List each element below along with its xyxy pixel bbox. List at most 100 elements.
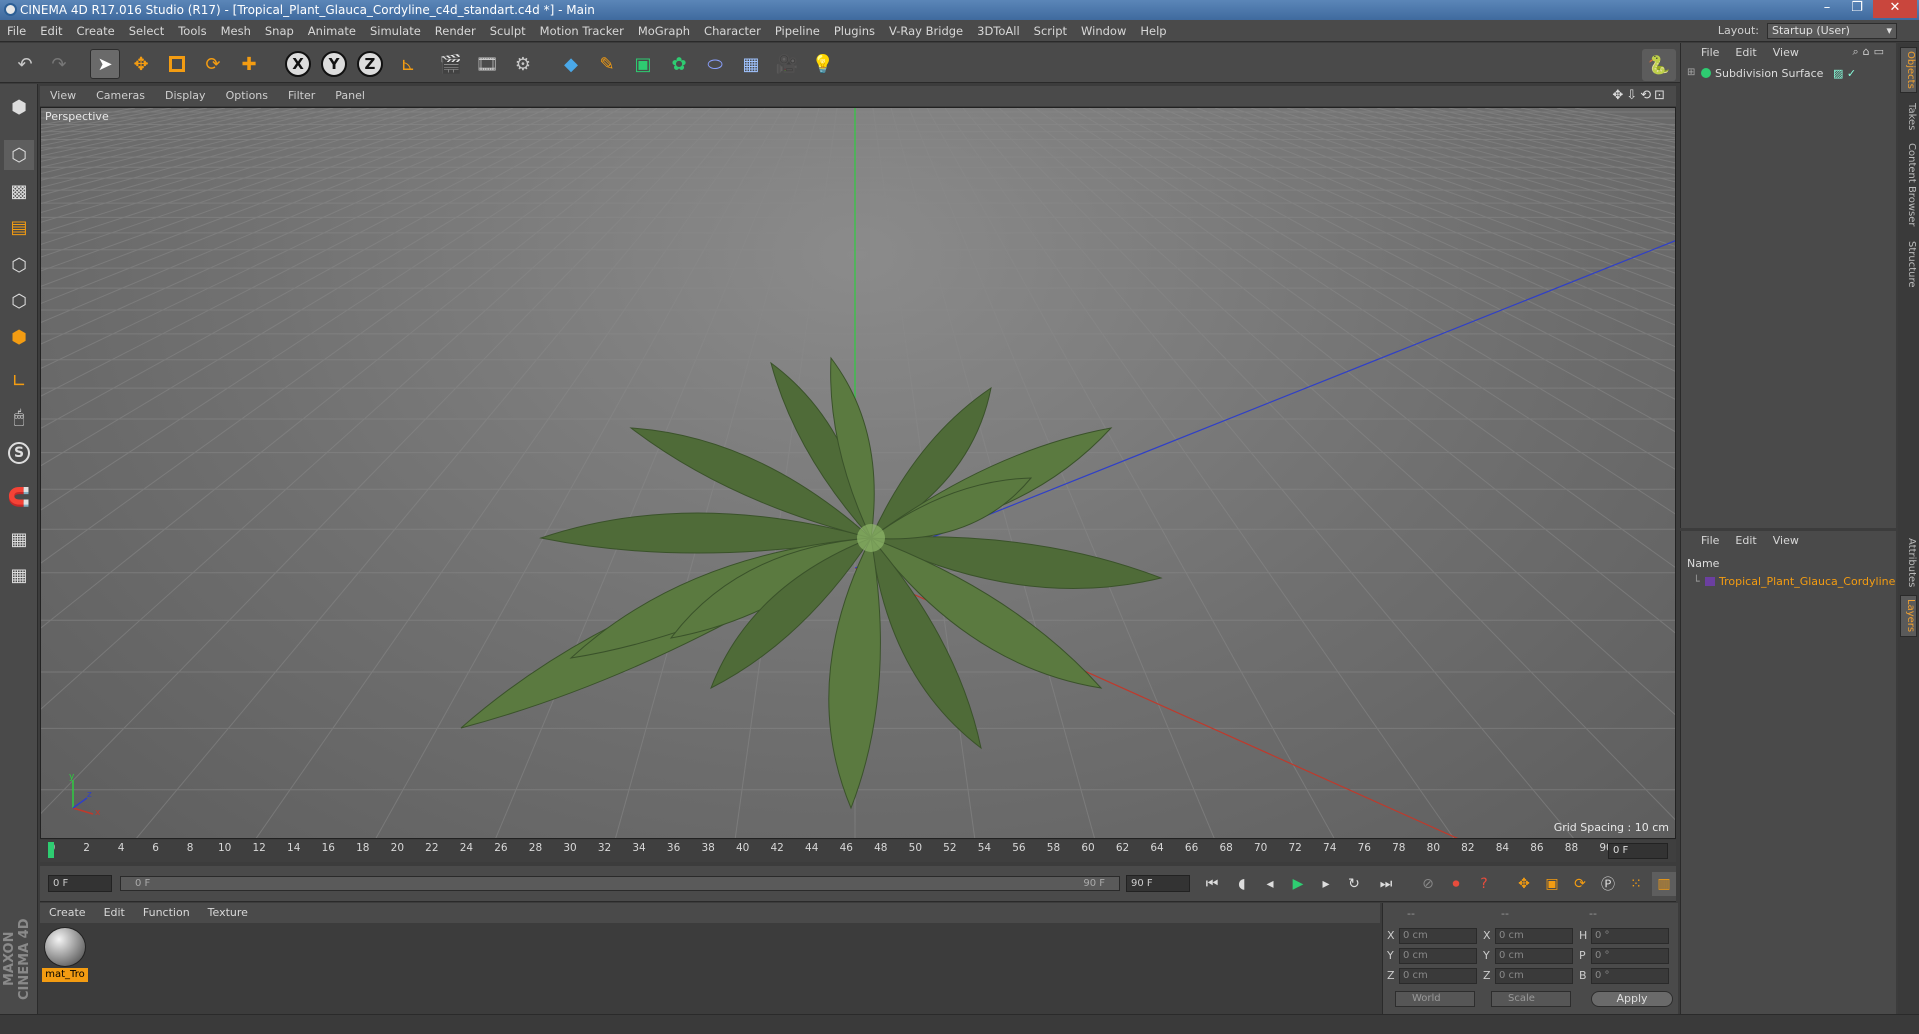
timeline-ruler[interactable]: 0246810121416182022242628303234363840424… [40,840,1676,862]
key-pla-button[interactable]: ⁙ [1624,872,1648,896]
points-mode-button[interactable]: ⬡ [4,250,34,280]
arrow-icon[interactable]: ▭ [1874,45,1888,58]
key-scale-button[interactable]: ▣ [1540,872,1564,896]
menu-tools[interactable]: Tools [171,20,213,42]
redo-button[interactable]: ↷ [44,49,74,79]
object-menu-file[interactable]: File [1681,43,1727,63]
start-frame-field[interactable]: 0 F [48,875,112,892]
3d-viewport[interactable]: Perspective y x z Grid Spacing : 10 cm [40,107,1676,839]
menu-render[interactable]: Render [428,20,483,42]
viewport-menu-cameras[interactable]: Cameras [86,86,155,106]
minimize-button[interactable]: – [1813,0,1841,18]
home-icon[interactable]: ⌂ [1863,45,1874,58]
size-z-field[interactable]: 0 cm [1495,968,1573,984]
next-frame-button[interactable]: ▸ [1314,872,1338,896]
record-button[interactable]: ⏺ [1444,872,1468,896]
python-button[interactable]: 🐍 [1642,49,1676,81]
layer-menu-file[interactable]: File [1681,531,1727,551]
menu-pipeline[interactable]: Pipeline [768,20,827,42]
menu-edit[interactable]: Edit [33,20,69,42]
add-spline-button[interactable]: ✎ [592,49,622,79]
key-parameter-button[interactable]: Ⓟ [1596,872,1620,896]
undo-button[interactable]: ↶ [10,49,40,79]
size-x-field[interactable]: 0 cm [1495,928,1573,944]
goto-start-button[interactable]: ⏮ [1200,872,1224,896]
viewport-nav-icons[interactable]: ✥⇩⟲⊡ [1612,88,1668,103]
dolly-icon[interactable]: ⇩ [1626,88,1640,103]
object-menu-edit[interactable]: Edit [1727,43,1764,63]
rotate-tool-button[interactable]: ⟳ [198,49,228,79]
workplane-mode-button[interactable]: ▤ [4,212,34,242]
pan-icon[interactable]: ✥ [1612,88,1626,103]
close-button[interactable]: ✕ [1873,0,1917,18]
add-array-button[interactable]: ✿ [664,49,694,79]
menu-character[interactable]: Character [697,20,768,42]
maximize-button[interactable]: ❐ [1843,0,1871,18]
end-frame-field[interactable]: 90 F [1126,875,1190,892]
add-light-button[interactable]: 💡 [808,49,838,79]
menu-script[interactable]: Script [1027,20,1074,42]
y-axis-toggle[interactable]: Y [319,49,349,79]
menu-create[interactable]: Create [70,20,122,42]
tab-objects[interactable]: Objects [1900,47,1917,93]
play-button[interactable]: ▶ [1286,872,1310,896]
layout-dropdown[interactable]: Startup (User) ▾ [1767,23,1897,39]
tab-content-browser[interactable]: Content Browser [1900,141,1917,229]
viewport-menu-panel[interactable]: Panel [325,86,375,106]
material-menu-create[interactable]: Create [40,903,95,923]
apply-button[interactable]: Apply [1591,991,1673,1007]
tab-attributes[interactable]: Attributes [1900,535,1917,591]
menu-window[interactable]: Window [1074,20,1133,42]
solo-mode-button[interactable]: S [4,438,34,468]
menu-mograph[interactable]: MoGraph [631,20,697,42]
viewport-menu-filter[interactable]: Filter [278,86,325,106]
layer-row[interactable]: └ Tropical_Plant_Glauca_Cordyline [1683,573,1895,591]
menu-sculpt[interactable]: Sculpt [483,20,533,42]
move-tool-button[interactable]: ✥ [126,49,156,79]
menu-animate[interactable]: Animate [301,20,363,42]
current-frame-field[interactable]: 0 F [1608,843,1668,859]
timeline-window-button[interactable]: ▥ [1652,872,1676,896]
x-axis-toggle[interactable]: X [283,49,313,79]
menu-3dtoall[interactable]: 3DToAll [970,20,1027,42]
make-editable-button[interactable]: ⬢ [4,92,34,122]
object-manager-tools[interactable]: ⌕⌂▭ [1852,45,1888,59]
render-picture-viewer-button[interactable]: 🎞 [472,49,502,79]
scale-dropdown[interactable]: Scale [1491,991,1571,1007]
position-z-field[interactable]: 0 cm [1399,968,1477,984]
axis-mode-button[interactable]: ∟ [4,366,34,396]
snap-button[interactable]: 🧲 [4,482,34,512]
key-position-button[interactable]: ✥ [1512,872,1536,896]
search-icon[interactable]: ⌕ [1852,45,1862,58]
scale-tool-button[interactable] [162,49,192,79]
coordinate-system-button[interactable]: ⊾ [393,49,423,79]
render-settings-button[interactable]: ⚙ [508,49,538,79]
viewport-menu-display[interactable]: Display [155,86,216,106]
edges-mode-button[interactable]: ⬡ [4,286,34,316]
rotation-h-field[interactable]: 0 ° [1591,928,1669,944]
menu-mesh[interactable]: Mesh [214,20,258,42]
previous-frame-button[interactable]: ◂ [1258,872,1282,896]
select-tool-button[interactable]: ➤ [90,49,120,79]
rotation-p-field[interactable]: 0 ° [1591,948,1669,964]
workplane-rotate-button[interactable]: ▦ [4,560,34,590]
menu-help[interactable]: Help [1133,20,1173,42]
maximize-view-icon[interactable]: ⊡ [1654,88,1668,103]
add-cube-button[interactable]: ◆ [556,49,586,79]
workplane-lock-button[interactable]: ▦ [4,524,34,554]
autokey-button[interactable]: ? [1472,872,1496,896]
add-deformer-button[interactable]: ⬭ [700,49,730,79]
position-x-field[interactable]: 0 cm [1399,928,1477,944]
tropical-plant-model[interactable] [460,356,1163,810]
object-row-subdivision-surface[interactable]: ⊞ Subdivision Surface ▨ ✓ [1683,65,1895,83]
material-menu-texture[interactable]: Texture [199,903,257,923]
tab-layers[interactable]: Layers [1900,595,1917,637]
object-menu-view[interactable]: View [1765,43,1807,63]
viewport-menu-view[interactable]: View [40,86,86,106]
record-disabled-button[interactable]: ⊘ [1416,872,1440,896]
size-y-field[interactable]: 0 cm [1495,948,1573,964]
tweak-mode-button[interactable]: 🖱 [4,402,34,432]
expand-icon[interactable]: ⊞ [1687,67,1695,78]
goto-end-button[interactable]: ⏭ [1374,872,1398,896]
material-menu-edit[interactable]: Edit [95,903,134,923]
